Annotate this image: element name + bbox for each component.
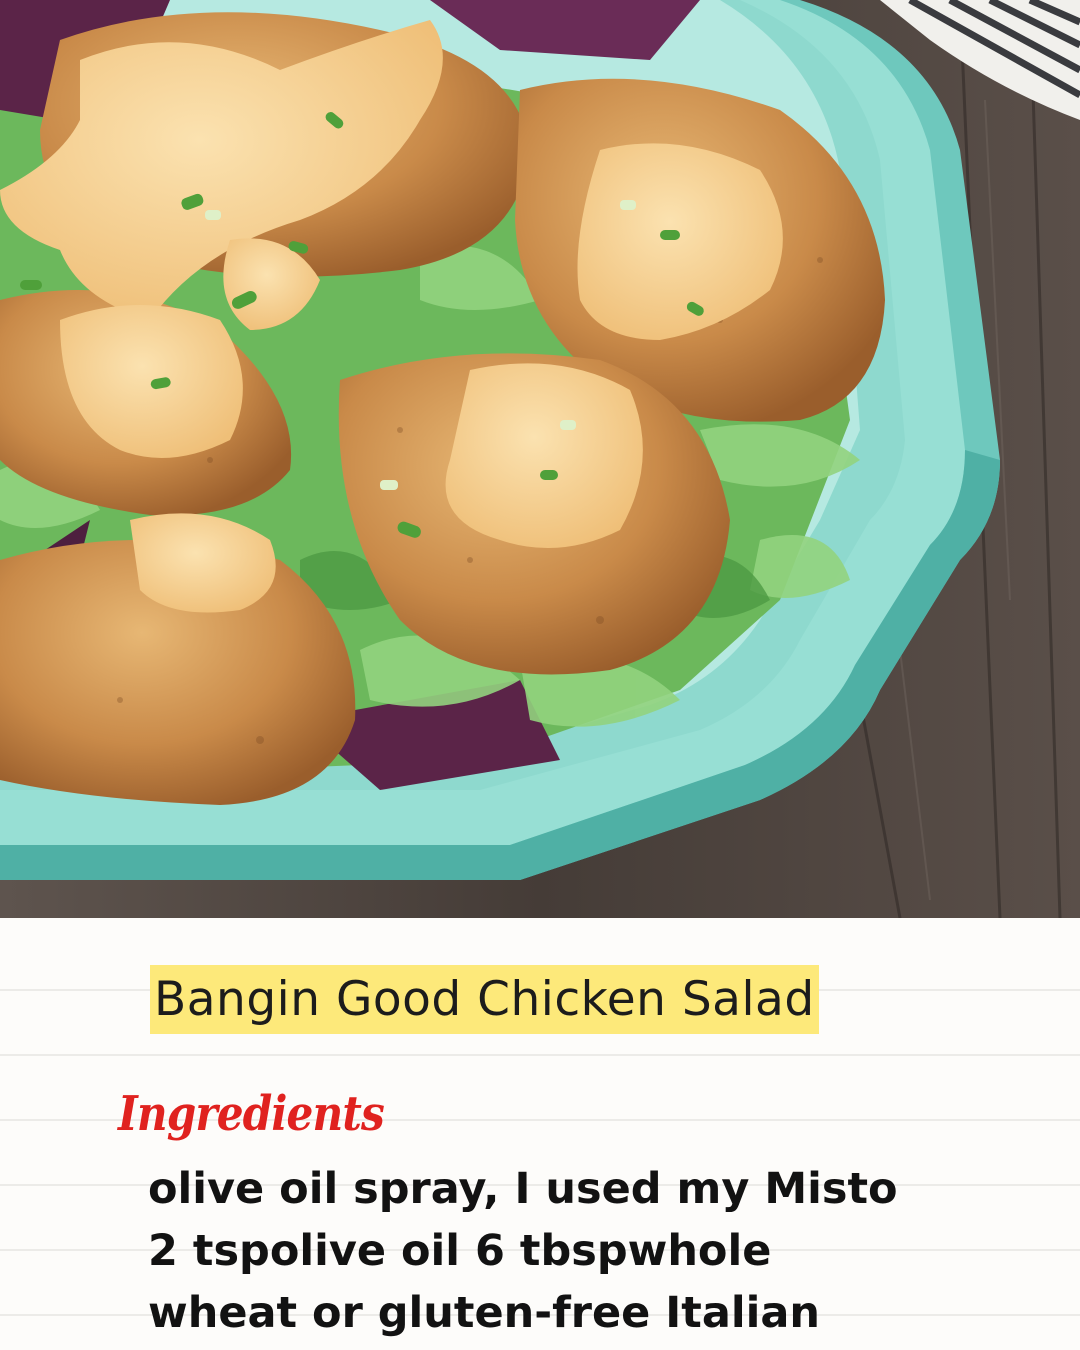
recipe-card: Bangin Good Chicken Salad Ingredients ol…	[0, 918, 1080, 1350]
recipe-title-block: Bangin Good Chicken Salad	[150, 965, 819, 1034]
recipe-title: Bangin Good Chicken Salad	[150, 965, 819, 1034]
ingredient-line: wheat or gluten-free Italian	[148, 1288, 820, 1338]
ingredient-line: 2 tspolive oil 6 tbspwhole	[148, 1226, 772, 1276]
recipe-photo	[0, 0, 1080, 918]
salad-bowl-illustration	[0, 0, 1080, 918]
ingredient-line: olive oil spray, I used my Misto	[148, 1164, 898, 1214]
ingredients-list: olive oil spray, I used my Misto 2 tspol…	[148, 1158, 898, 1344]
ingredients-heading: Ingredients	[118, 1086, 385, 1142]
